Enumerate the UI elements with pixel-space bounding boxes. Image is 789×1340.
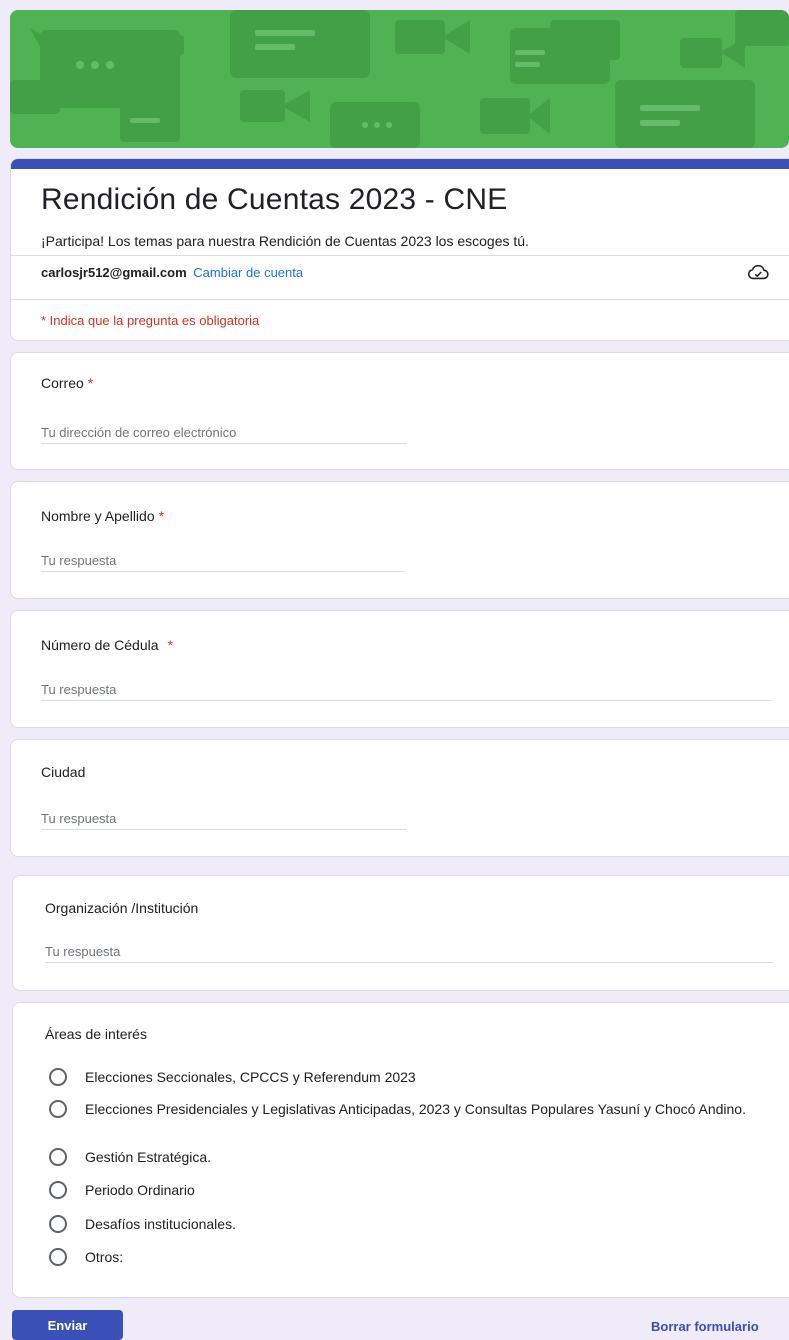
form-description: ¡Participa! Los temas para nuestra Rendi… [41, 233, 529, 249]
radio-option[interactable]: Elecciones Presidenciales y Legislativas… [49, 1100, 746, 1118]
question-label: Ciudad [41, 764, 86, 780]
accent-bar [11, 159, 789, 169]
question-label: Organización /Institución [45, 900, 199, 916]
divider [11, 255, 789, 256]
form-title: Rendición de Cuentas 2023 - CNE [41, 183, 508, 216]
email-input[interactable] [41, 421, 407, 444]
option-label: Otros: [85, 1249, 124, 1265]
required-star: * [167, 637, 173, 653]
required-note: * Indica que la pregunta es obligatoria [41, 313, 260, 328]
name-input[interactable] [41, 549, 405, 572]
option-label: Periodo Ordinario [85, 1182, 195, 1198]
question-label: Número de Cédula * [41, 637, 173, 653]
radio-option[interactable]: Otros: [49, 1248, 123, 1266]
option-label: Elecciones Presidenciales y Legislativas… [85, 1101, 746, 1117]
radio-option[interactable]: Desafíos institucionales. [49, 1215, 236, 1233]
banner-illustration [10, 10, 789, 148]
id-number-input[interactable] [41, 678, 771, 701]
option-label: Desafíos institucionales. [85, 1216, 236, 1232]
question-card-areas: Áreas de interés Elecciones Seccionales,… [12, 1002, 789, 1298]
radio-circle-icon[interactable] [49, 1248, 67, 1266]
account-email: carlosjr512@gmail.com [41, 265, 187, 280]
required-star: * [87, 375, 94, 391]
radio-option[interactable]: Periodo Ordinario [49, 1181, 195, 1199]
organization-input[interactable] [45, 940, 773, 963]
option-label: Elecciones Seccionales, CPCCS y Referend… [85, 1069, 416, 1085]
radio-option[interactable]: Gestión Estratégica. [49, 1148, 211, 1166]
required-star: * [158, 508, 165, 524]
switch-account-link[interactable]: Cambiar de cuenta [193, 265, 303, 280]
radio-circle-icon[interactable] [49, 1148, 67, 1166]
form-header-card: Rendición de Cuentas 2023 - CNE ¡Partici… [10, 158, 789, 341]
clear-form-link[interactable]: Borrar formulario [651, 1319, 759, 1334]
account-row: carlosjr512@gmail.com Cambiar de cuenta [41, 265, 303, 280]
question-card-city: Ciudad [10, 739, 789, 857]
radio-circle-icon[interactable] [49, 1215, 67, 1233]
question-card-id-number: Número de Cédula * [10, 610, 789, 728]
question-label: Nombre y Apellido * [41, 508, 165, 524]
divider [11, 299, 789, 300]
question-card-organization: Organización /Institución [12, 875, 789, 991]
header-banner [10, 10, 789, 148]
submit-button[interactable]: Enviar [12, 1310, 123, 1340]
option-label: Gestión Estratégica. [85, 1149, 212, 1165]
question-label: Correo * [41, 375, 94, 391]
radio-circle-icon[interactable] [49, 1100, 67, 1118]
cloud-saved-icon [747, 264, 769, 280]
radio-circle-icon[interactable] [49, 1181, 67, 1199]
radio-circle-icon[interactable] [49, 1068, 67, 1086]
question-card-email: Correo * [10, 352, 789, 470]
question-label: Áreas de interés [45, 1026, 147, 1042]
question-card-name: Nombre y Apellido * [10, 481, 789, 599]
radio-option[interactable]: Elecciones Seccionales, CPCCS y Referend… [49, 1068, 416, 1086]
city-input[interactable] [41, 807, 407, 830]
